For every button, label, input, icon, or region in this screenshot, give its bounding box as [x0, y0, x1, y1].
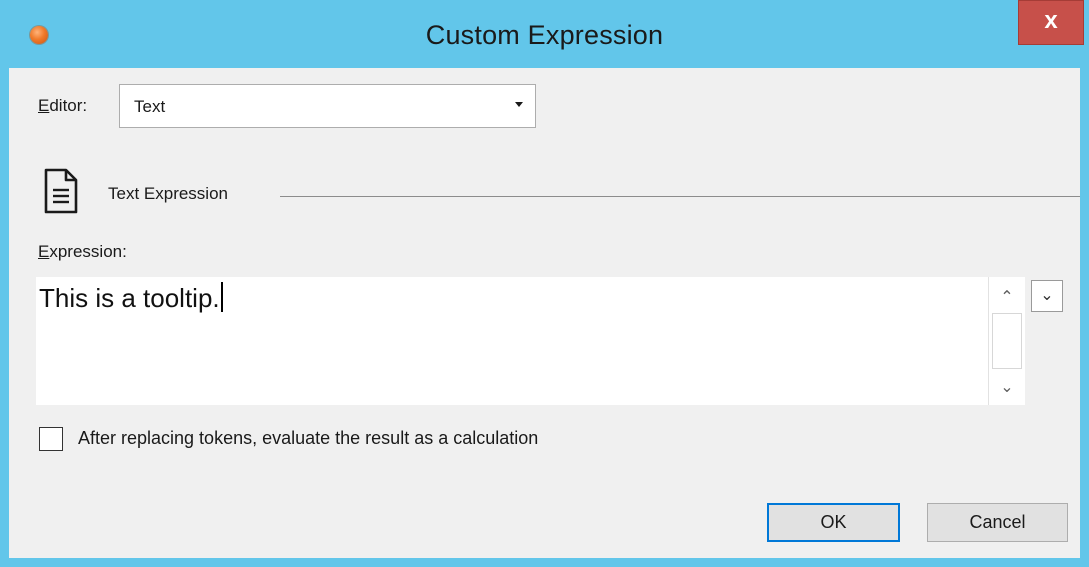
ok-button[interactable]: OK — [767, 503, 900, 542]
window-title: Custom Expression — [425, 20, 664, 50]
evaluate-calculation-label[interactable]: After replacing tokens, evaluate the res… — [78, 428, 538, 449]
expression-label-text: xpression: — [49, 242, 127, 261]
expression-text-content: This is a tooltip. — [39, 282, 223, 314]
expression-label: Expression: — [38, 242, 127, 262]
editor-dropdown[interactable]: Text — [119, 84, 536, 128]
section-title: Text Expression — [108, 184, 228, 203]
cancel-button[interactable]: Cancel — [927, 503, 1068, 542]
editor-label-accelerator: E — [38, 96, 50, 115]
expression-value: This is a tooltip. — [39, 283, 220, 313]
dropdown-arrow-icon — [515, 102, 523, 107]
custom-expression-dialog: Custom Expression x Editor: Text Text Ex… — [0, 0, 1089, 567]
scroll-up-icon[interactable]: ⌃ — [992, 283, 1022, 313]
evaluate-calculation-checkbox[interactable] — [39, 427, 63, 451]
scroll-track[interactable] — [992, 313, 1022, 369]
text-caret — [220, 282, 223, 312]
expression-textarea[interactable]: This is a tooltip. — [36, 277, 988, 405]
editor-dropdown-value: Text — [134, 97, 166, 116]
editor-label: Editor: — [38, 96, 87, 116]
document-icon — [44, 168, 78, 214]
section-divider — [280, 196, 1080, 197]
close-button[interactable]: x — [1018, 0, 1084, 45]
expression-scrollbar[interactable]: ⌃ ⌄ — [988, 277, 1025, 405]
expression-label-accelerator: E — [38, 242, 50, 261]
scroll-down-icon[interactable]: ⌄ — [992, 373, 1022, 403]
expand-chevron-button[interactable]: ⌄ — [1031, 280, 1063, 312]
editor-label-text: ditor: — [49, 96, 88, 115]
